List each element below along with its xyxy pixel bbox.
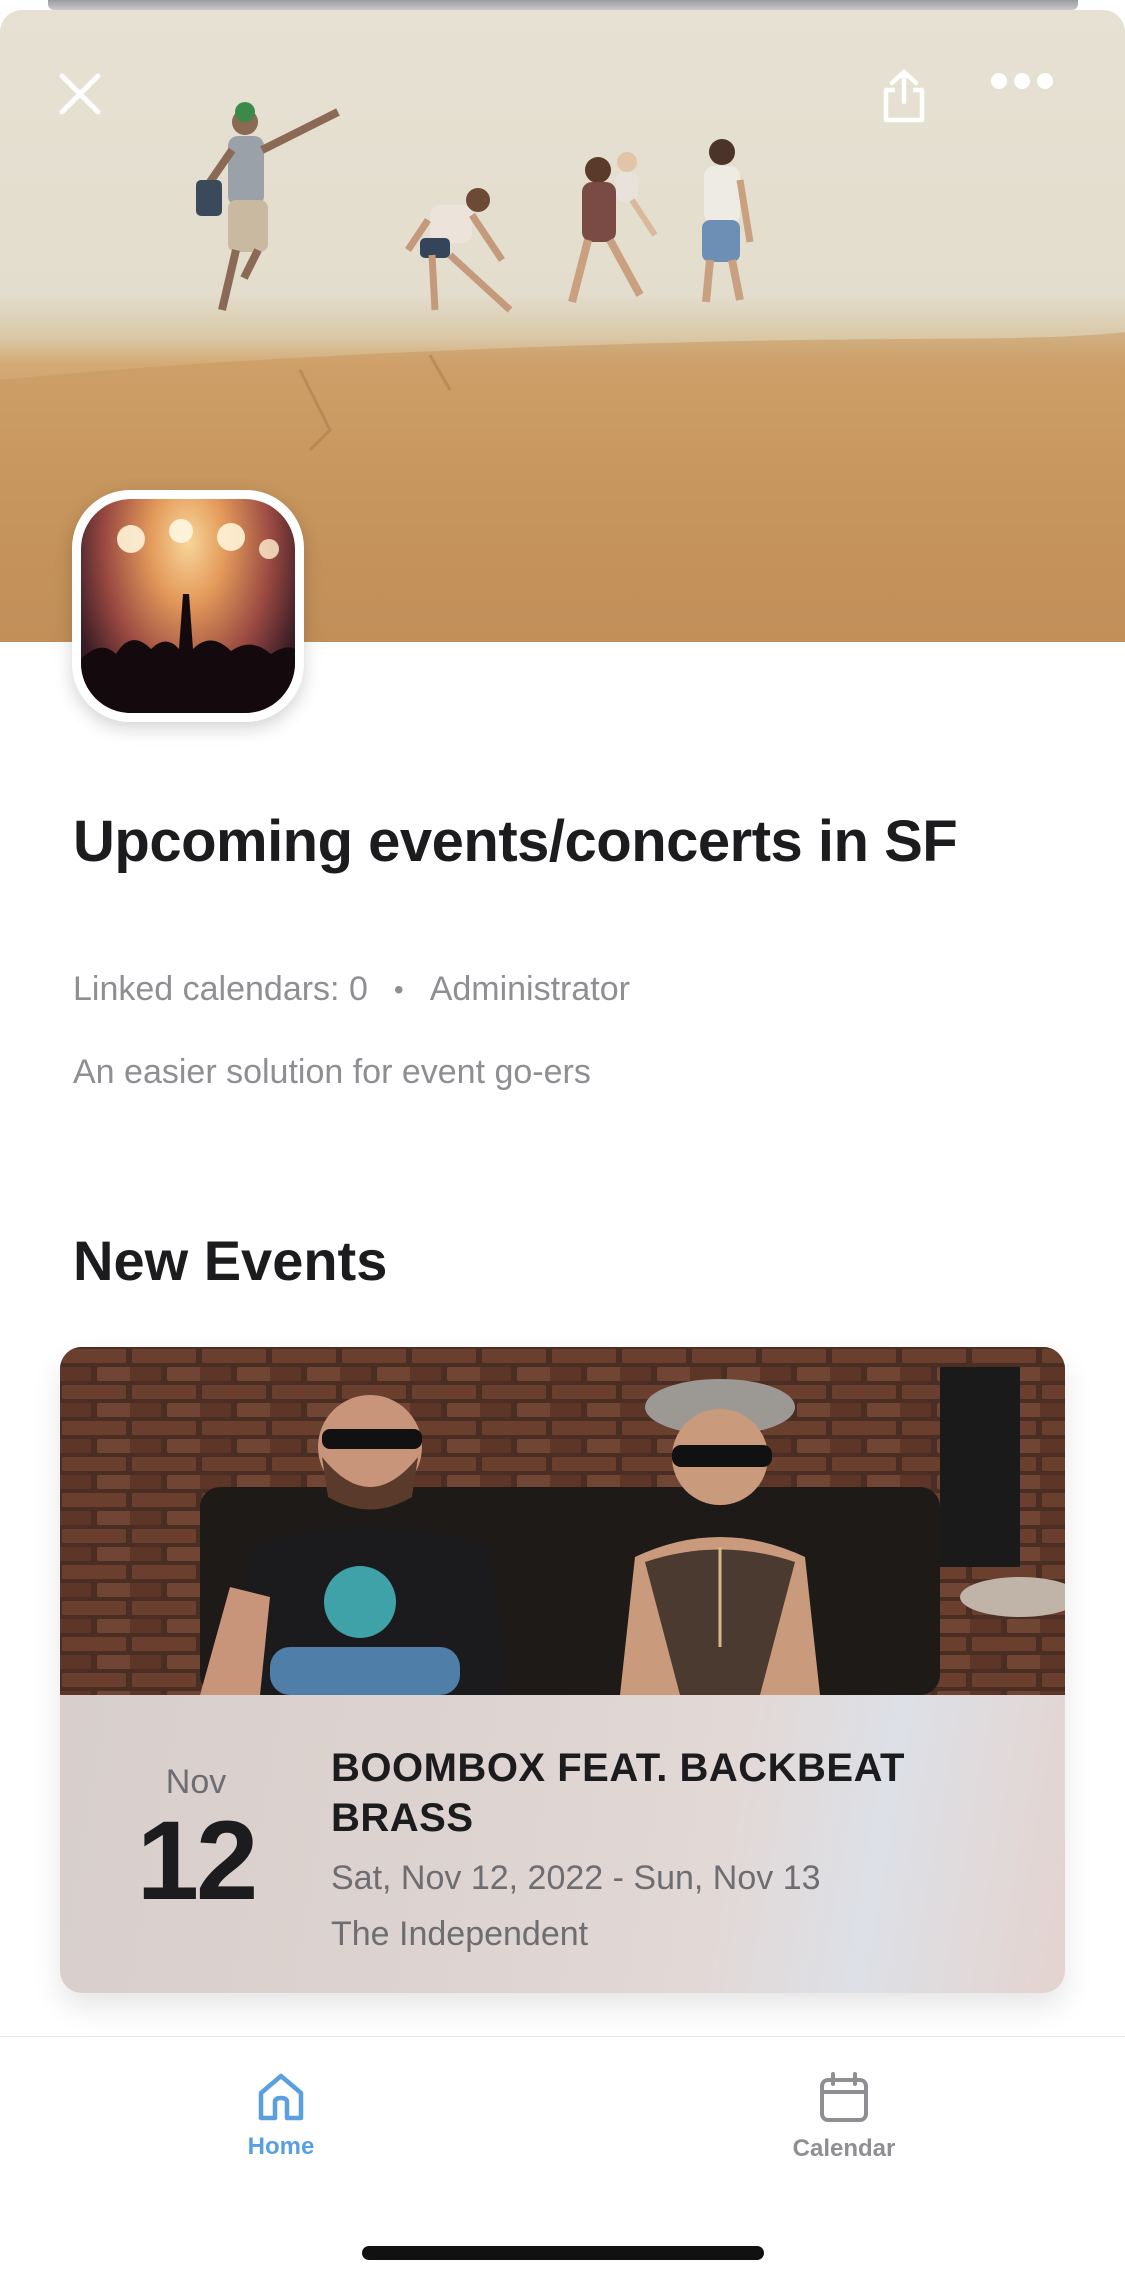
- calendar-detail-screen: Upcoming events/concerts in SF Linked ca…: [0, 0, 1125, 2284]
- calendar-icon: [820, 2072, 868, 2122]
- calendar-avatar: [72, 490, 304, 722]
- share-button[interactable]: [880, 68, 954, 142]
- close-button[interactable]: [58, 72, 128, 142]
- more-options-button[interactable]: [990, 72, 1074, 138]
- event-info: Nov 12 BOOMBOX FEAT. BACKBEAT BRASS Sat,…: [60, 1695, 1065, 1993]
- calendar-description: An easier solution for event go-ers: [73, 1053, 591, 1091]
- linked-calendars-count: Linked calendars: 0: [73, 970, 368, 1008]
- tab-home-label: Home: [247, 2133, 315, 2160]
- calendar-title: Upcoming events/concerts in SF: [73, 809, 958, 874]
- more-horizontal-icon: [991, 73, 1053, 89]
- new-events-heading: New Events: [73, 1229, 388, 1292]
- event-month: Nov: [165, 1763, 227, 1801]
- close-icon: [59, 73, 101, 115]
- tab-calendar[interactable]: Calendar: [744, 2071, 944, 2163]
- home-icon: [258, 2073, 304, 2121]
- tab-home[interactable]: Home: [181, 2071, 381, 2161]
- event-card[interactable]: Nov 12 BOOMBOX FEAT. BACKBEAT BRASS Sat,…: [60, 1347, 1065, 1993]
- event-day: 12: [136, 1798, 259, 1923]
- sheet-edge: [48, 0, 1078, 10]
- meta-separator: •: [393, 973, 404, 1005]
- event-photo: [60, 1347, 1065, 1695]
- event-date-range: Sat, Nov 12, 2022 - Sun, Nov 13: [331, 1859, 821, 1897]
- calendar-meta: Linked calendars: 0 • Administrator: [73, 970, 630, 1009]
- avatar-image: [81, 499, 295, 713]
- share-icon: [883, 69, 925, 123]
- tab-calendar-label: Calendar: [792, 2135, 896, 2162]
- home-indicator: [362, 2246, 764, 2260]
- role-label: Administrator: [429, 970, 630, 1008]
- event-venue: The Independent: [331, 1915, 589, 1953]
- event-name: BOOMBOX FEAT. BACKBEAT BRASS: [331, 1746, 905, 1840]
